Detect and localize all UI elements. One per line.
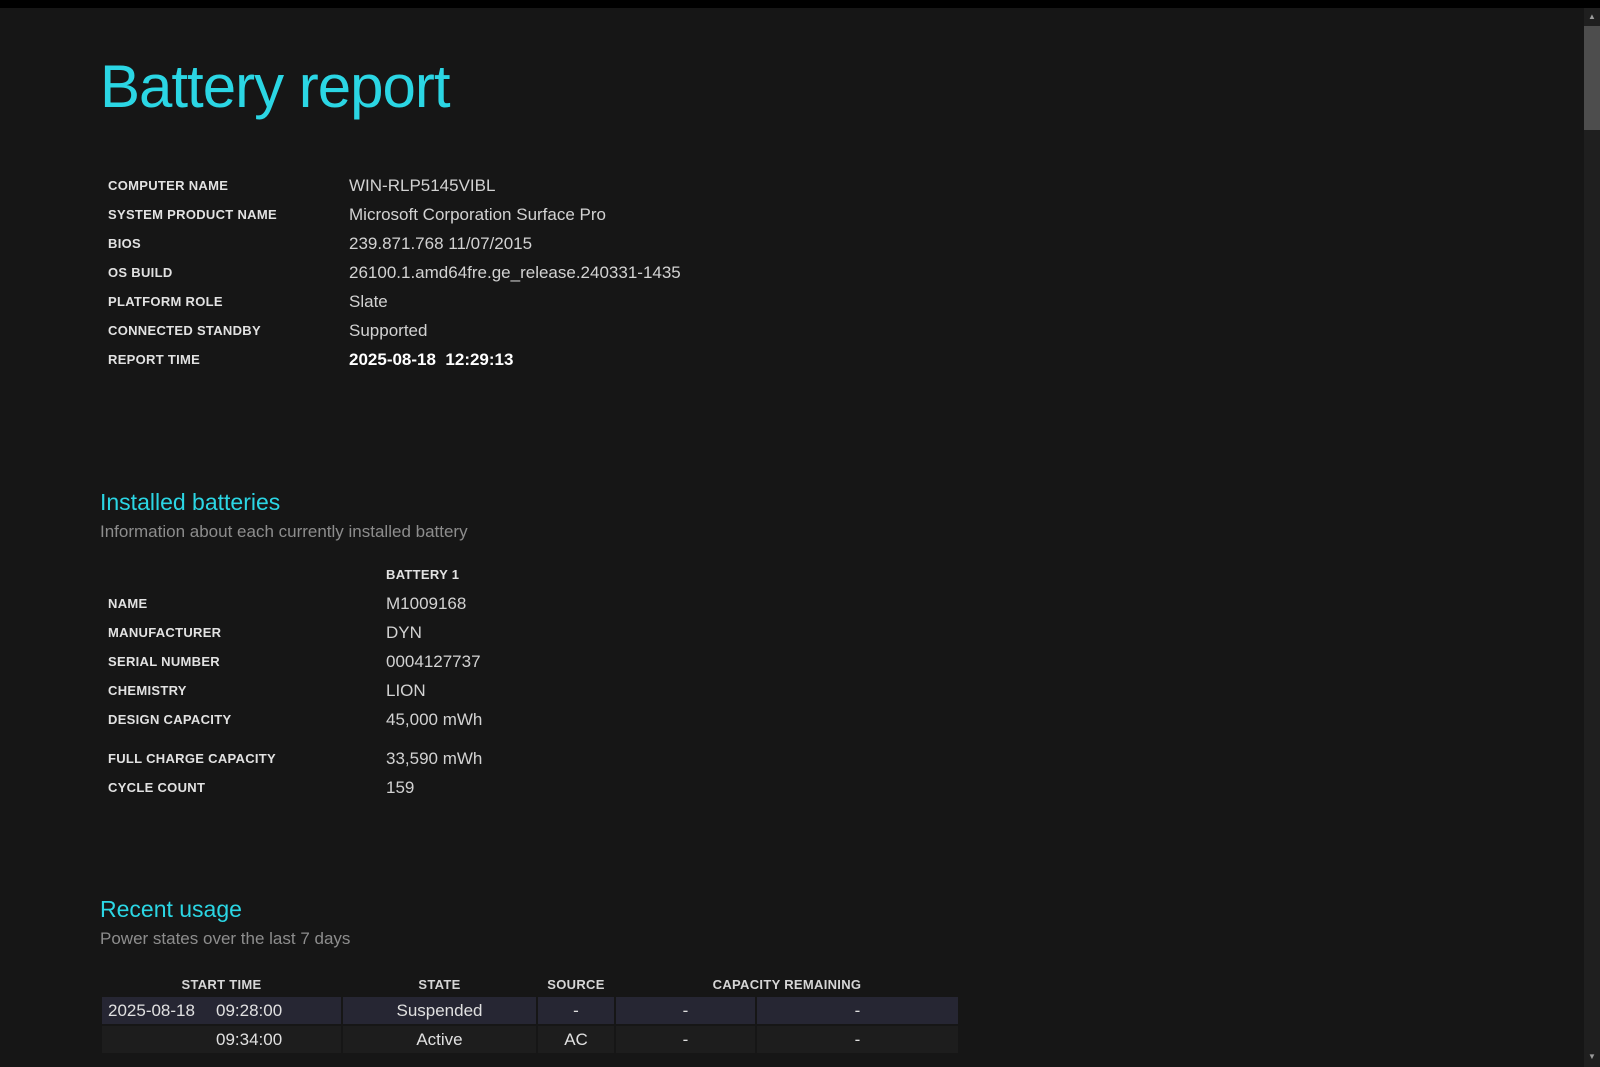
info-value: 2025-08-18 12:29:13 (341, 350, 513, 370)
cell-time: 09:28:00 (216, 1001, 282, 1020)
installed-batteries-subtitle: Information about each currently install… (100, 522, 1600, 542)
battery-row-cycle-count: CYCLE COUNT 159 (100, 773, 1600, 802)
info-row-os-build: OS BUILD 26100.1.amd64fre.ge_release.240… (100, 258, 1600, 287)
battery-row-chemistry: CHEMISTRY LION (100, 676, 1600, 705)
cell-start-time: 09:34:00 (102, 1026, 341, 1053)
info-label: NAME (100, 596, 378, 611)
info-value: Supported (341, 321, 427, 341)
info-label: FULL CHARGE CAPACITY (100, 751, 378, 766)
info-row-platform-role: PLATFORM ROLE Slate (100, 287, 1600, 316)
column-header-start-time: START TIME (102, 973, 341, 995)
info-value: LION (378, 681, 426, 701)
cell-capacity-percent: - (616, 1026, 755, 1053)
page-title: Battery report (100, 52, 1600, 121)
cell-capacity-percent: - (616, 997, 755, 1024)
info-row-bios: BIOS 239.871.768 11/07/2015 (100, 229, 1600, 258)
cell-state: Suspended (343, 997, 536, 1024)
scroll-thumb[interactable] (1584, 26, 1600, 130)
info-value: 239.871.768 11/07/2015 (341, 234, 532, 254)
cell-time: 09:34:00 (216, 1030, 282, 1049)
section-title-installed-batteries: Installed batteries (100, 489, 1600, 516)
battery-header-row: BATTERY 1 (100, 560, 1600, 589)
cell-date: 2025-08-18 (108, 1001, 216, 1021)
system-info-section: COMPUTER NAME WIN-RLP5145VIBL SYSTEM PRO… (100, 171, 1600, 374)
column-header-capacity-remaining: CAPACITY REMAINING (616, 973, 958, 995)
top-strip (0, 0, 1600, 8)
recent-usage-section: Recent usage Power states over the last … (100, 896, 1600, 1055)
column-header-source: SOURCE (538, 973, 614, 995)
info-label: SERIAL NUMBER (100, 654, 378, 669)
info-value: 159 (378, 778, 414, 798)
scroll-down-button[interactable]: ▼ (1584, 1048, 1600, 1065)
battery-row-name: NAME M1009168 (100, 589, 1600, 618)
installed-batteries-section: Installed batteries Information about ea… (100, 489, 1600, 802)
cell-capacity-mwh: - (757, 1026, 958, 1053)
info-label: COMPUTER NAME (100, 178, 341, 193)
info-value: 26100.1.amd64fre.ge_release.240331-1435 (341, 263, 681, 283)
info-label: CONNECTED STANDBY (100, 323, 341, 338)
scroll-up-button[interactable]: ▲ (1584, 8, 1600, 25)
usage-table-row: 09:34:00 Active AC - - (102, 1026, 958, 1053)
battery-row-design-capacity: DESIGN CAPACITY 45,000 mWh (100, 705, 1600, 734)
recent-usage-subtitle: Power states over the last 7 days (100, 929, 1600, 949)
info-label: DESIGN CAPACITY (100, 712, 378, 727)
battery-report-page: { "page": { "title": "Battery report" },… (0, 0, 1600, 1067)
info-label: BIOS (100, 236, 341, 251)
info-row-connected-standby: CONNECTED STANDBY Supported (100, 316, 1600, 345)
section-title-recent-usage: Recent usage (100, 896, 1600, 923)
cell-state: Active (343, 1026, 536, 1053)
battery-row-full-charge-capacity: FULL CHARGE CAPACITY 33,590 mWh (100, 744, 1600, 773)
info-value: 45,000 mWh (378, 710, 482, 730)
info-row-computer-name: COMPUTER NAME WIN-RLP5145VIBL (100, 171, 1600, 200)
battery-row-serial-number: SERIAL NUMBER 0004127737 (100, 647, 1600, 676)
info-label: MANUFACTURER (100, 625, 378, 640)
info-value: Slate (341, 292, 388, 312)
info-label: CHEMISTRY (100, 683, 378, 698)
info-row-report-time: REPORT TIME 2025-08-18 12:29:13 (100, 345, 1600, 374)
column-header-state: STATE (343, 973, 536, 995)
info-label: PLATFORM ROLE (100, 294, 341, 309)
info-value: 0004127737 (378, 652, 481, 672)
info-value: WIN-RLP5145VIBL (341, 176, 495, 196)
battery-info-table: BATTERY 1 NAME M1009168 MANUFACTURER DYN… (100, 560, 1600, 802)
info-label: SYSTEM PRODUCT NAME (100, 207, 341, 222)
info-label: REPORT TIME (100, 352, 341, 367)
usage-header-row: START TIME STATE SOURCE CAPACITY REMAINI… (102, 973, 958, 995)
cell-source: - (538, 997, 614, 1024)
cell-source: AC (538, 1026, 614, 1053)
cell-capacity-mwh: - (757, 997, 958, 1024)
info-label: OS BUILD (100, 265, 341, 280)
battery-row-manufacturer: MANUFACTURER DYN (100, 618, 1600, 647)
info-row-system-product-name: SYSTEM PRODUCT NAME Microsoft Corporatio… (100, 200, 1600, 229)
info-value: Microsoft Corporation Surface Pro (341, 205, 606, 225)
recent-usage-table: START TIME STATE SOURCE CAPACITY REMAINI… (100, 971, 960, 1055)
cell-start-time: 2025-08-1809:28:00 (102, 997, 341, 1024)
vertical-scrollbar[interactable]: ▲ ▼ (1584, 8, 1600, 1067)
battery-column-header: BATTERY 1 (378, 567, 459, 582)
report-content: Battery report COMPUTER NAME WIN-RLP5145… (0, 0, 1600, 1055)
info-value: 33,590 mWh (378, 749, 482, 769)
info-value: M1009168 (378, 594, 466, 614)
usage-table-row: 2025-08-1809:28:00 Suspended - - - (102, 997, 958, 1024)
info-label: CYCLE COUNT (100, 780, 378, 795)
info-value: DYN (378, 623, 422, 643)
